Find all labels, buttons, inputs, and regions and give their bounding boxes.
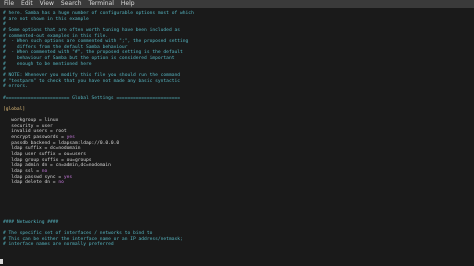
text-cursor [0, 259, 3, 264]
config-value: yes [63, 174, 73, 180]
menu-help[interactable]: Help [121, 0, 135, 8]
comment-text: #### Networking #### [3, 219, 59, 225]
comment-text: # The specific set of interfaces / netwo… [3, 230, 153, 236]
editor-line: # "testparm" to check that you have not … [3, 79, 194, 85]
editor-content[interactable]: # here. Samba has a huge number of confi… [3, 11, 194, 248]
config-value: ou=groups [66, 157, 92, 163]
config-key: workgroup [3, 118, 37, 124]
config-value: yes [66, 135, 75, 141]
config-key: encrypt passwords [3, 135, 59, 141]
config-key: ldap ssl [3, 168, 34, 174]
comment-text: # here. Samba has a huge number of confi… [3, 11, 194, 16]
config-value: ou=users [63, 152, 87, 158]
config-value: dc=nodomain [50, 146, 81, 152]
comment-text: #======================= Global Settings… [3, 95, 181, 101]
comment-text: # are not shown in this example [3, 16, 89, 22]
config-key: ldap group suffix [3, 157, 59, 163]
comment-text: # behaviour of Samba but the option is c… [3, 56, 175, 62]
comment-text: # "testparm" to check that you have not … [3, 78, 181, 84]
config-value: cn=admin,dc=nodomain [55, 163, 111, 169]
config-value: linux [44, 118, 59, 124]
comment-text: # enough to be mentioned here [3, 61, 92, 67]
config-key: ldap passwd sync [3, 174, 56, 180]
editor-line: #======================= Global Settings… [3, 96, 194, 102]
config-key: ldap admin dn [3, 163, 48, 169]
config-value: root [55, 129, 67, 135]
comment-text: # Some options that are often worth tuni… [3, 27, 181, 33]
comment-text: # - When commented with "#", the propose… [3, 50, 183, 56]
menu-edit[interactable]: Edit [21, 0, 33, 8]
config-value: no [58, 180, 64, 186]
menu-terminal[interactable]: Terminal [89, 0, 114, 8]
config-key: invalid users [3, 129, 48, 135]
comment-text: # interface names are normally preferred [3, 242, 114, 248]
config-value: ldapsam:ldap://0.0.0.0 [58, 140, 120, 146]
menu-search[interactable]: Search [61, 0, 82, 8]
comment-text: # [3, 22, 6, 28]
menu-view[interactable]: View [40, 0, 54, 8]
config-key: ldap user suffix [3, 152, 56, 158]
config-key: ldap delete dn [3, 180, 51, 186]
config-key: passdb backend [3, 140, 51, 146]
menu-file[interactable]: File [4, 0, 14, 8]
comment-text: # NOTE: Whenever you modify this file yo… [3, 73, 181, 79]
config-value: no [41, 168, 48, 174]
editor-line: # interface names are normally preferred [3, 242, 194, 248]
terminal-window[interactable]: # here. Samba has a huge number of confi… [0, 8, 474, 266]
comment-text: # [3, 67, 6, 73]
section-header: [global] [3, 106, 26, 112]
comment-text: # - When such options are commented with… [3, 39, 189, 45]
config-key: ldap suffix [3, 146, 42, 152]
comment-text: # commented-out examples in this file. [3, 33, 109, 39]
comment-text: # errors. [3, 84, 28, 90]
comment-text: # This can be either the interface name … [3, 236, 183, 242]
